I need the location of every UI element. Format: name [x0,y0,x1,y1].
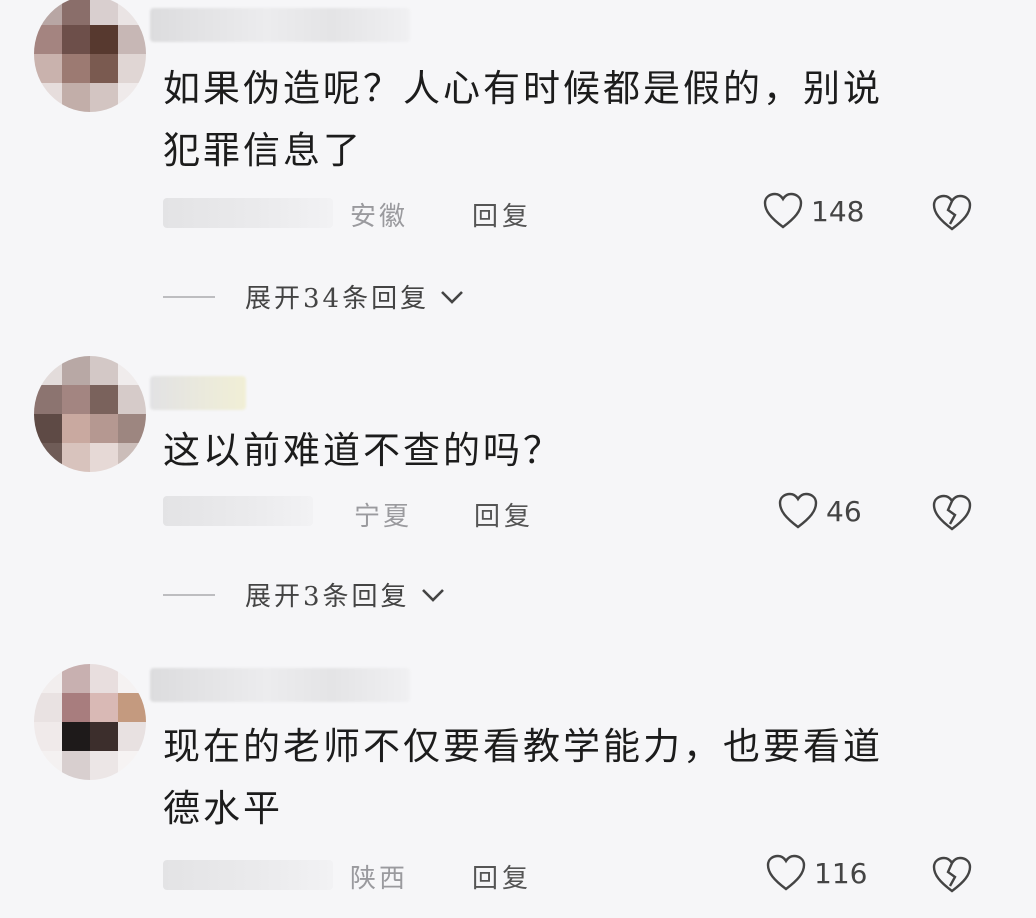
comment-text: 这以前难道不查的吗？ [163,429,563,472]
location-label: 安徽 [350,202,409,232]
divider-line [163,593,215,596]
chevron-down-icon [421,588,444,602]
avatar[interactable] [34,0,146,112]
expand-replies-label: 展开3条回复 [245,582,410,612]
like-count: 46 [826,494,862,528]
reply-button[interactable]: 回复 [472,196,532,233]
expand-replies-label: 展开34条回复 [245,284,430,314]
expand-replies-button[interactable]: 展开3条回复 [163,576,446,613]
like-count: 148 [811,194,865,228]
expand-replies-button[interactable]: 展开34条回复 [163,278,465,315]
username-blurred[interactable] [150,8,410,42]
reply-button[interactable]: 回复 [472,858,532,895]
comment-text: 现在的老师不仅要看教学能力，也要看道 德水平 [163,725,883,830]
heart-outline-icon [778,492,818,529]
broken-heart-icon[interactable] [932,856,972,894]
avatar[interactable] [34,356,146,472]
avatar[interactable] [34,664,146,780]
like-button[interactable]: 148 [763,192,864,230]
username-blurred[interactable] [150,668,410,702]
location-label: 陕西 [350,864,409,894]
timestamp-blurred [163,198,333,228]
heart-outline-icon [766,854,806,891]
heart-outline-icon [763,192,803,229]
broken-heart-icon[interactable] [932,194,972,232]
like-button[interactable]: 116 [766,854,867,892]
like-button[interactable]: 46 [778,492,862,530]
location-label: 宁夏 [354,502,413,532]
reply-button[interactable]: 回复 [474,496,534,533]
chevron-down-icon [441,290,464,304]
broken-heart-icon[interactable] [932,494,972,532]
timestamp-blurred [163,496,313,526]
timestamp-blurred [163,860,333,890]
divider-line [163,295,215,298]
username-blurred[interactable] [150,376,246,410]
comment-text: 如果伪造呢？人心有时候都是假的，别说 犯罪信息了 [163,67,883,172]
like-count: 116 [814,856,868,890]
